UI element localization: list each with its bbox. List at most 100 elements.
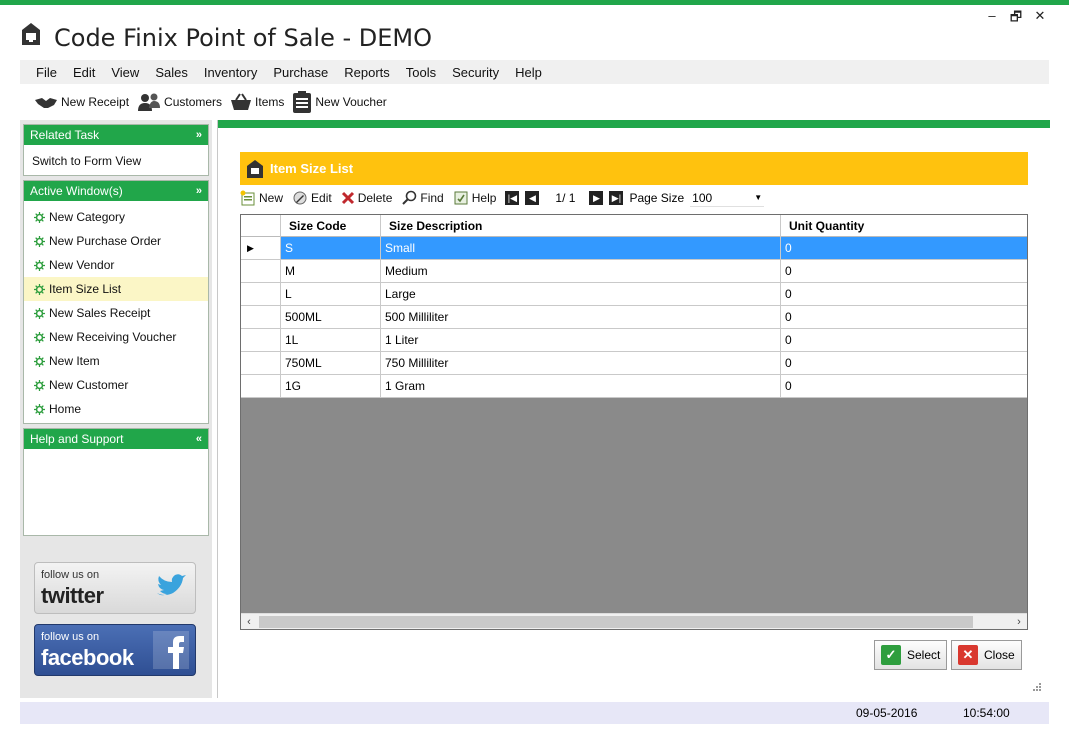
menu-sales[interactable]: Sales: [147, 65, 196, 80]
size-description-cell[interactable]: Small: [381, 237, 781, 259]
active-window-item[interactable]: New Item: [24, 349, 208, 373]
column-header-unit-quantity[interactable]: Unit Quantity: [781, 215, 1027, 237]
unit-quantity-cell[interactable]: 0: [781, 237, 1027, 259]
size-description-cell[interactable]: 750 Milliliter: [381, 352, 781, 374]
size-description-cell[interactable]: Medium: [381, 260, 781, 282]
unit-quantity-cell[interactable]: 0: [781, 260, 1027, 282]
main-content: Item Size List New Edit Delete Find Help…: [217, 120, 1050, 698]
active-windows-header[interactable]: Active Window(s) »: [24, 181, 208, 201]
customers-icon: [138, 93, 161, 111]
table-row[interactable]: ▶ S Small 0: [241, 237, 1027, 260]
menu-reports[interactable]: Reports: [336, 65, 398, 80]
size-code-cell[interactable]: M: [281, 260, 381, 282]
delete-x-icon: [341, 191, 354, 205]
gear-icon: [34, 283, 45, 295]
menu-tools[interactable]: Tools: [398, 65, 444, 80]
size-code-cell[interactable]: 1L: [281, 329, 381, 351]
active-window-item[interactable]: Home: [24, 397, 208, 421]
prev-page-icon[interactable]: ◀: [525, 191, 540, 205]
next-page-icon[interactable]: ▶: [589, 191, 604, 205]
menu-view[interactable]: View: [103, 65, 147, 80]
first-page-icon[interactable]: |◀: [505, 191, 520, 205]
help-support-header[interactable]: Help and Support «: [24, 429, 208, 449]
unit-quantity-cell[interactable]: 0: [781, 329, 1027, 351]
unit-quantity-cell[interactable]: 0: [781, 375, 1027, 397]
help-button[interactable]: Help: [453, 190, 496, 206]
customers-button[interactable]: Customers: [137, 92, 222, 112]
size-description-cell[interactable]: 1 Gram: [381, 375, 781, 397]
active-window-item[interactable]: New Customer: [24, 373, 208, 397]
menu-help[interactable]: Help: [507, 65, 550, 80]
page-size-select[interactable]: 100 ▼: [690, 189, 765, 207]
table-row[interactable]: L Large 0: [241, 283, 1027, 306]
size-code-cell[interactable]: 750ML: [281, 352, 381, 374]
check-icon: ✓: [881, 645, 901, 665]
column-header-size-description[interactable]: Size Description: [381, 215, 781, 237]
active-window-item[interactable]: New Sales Receipt: [24, 301, 208, 325]
table-row[interactable]: 1L 1 Liter 0: [241, 329, 1027, 352]
close-window-button[interactable]: ✕: [1031, 8, 1049, 24]
unit-quantity-cell[interactable]: 0: [781, 352, 1027, 374]
row-header[interactable]: [241, 352, 281, 374]
app-title: Code Finix Point of Sale - DEMO: [54, 24, 433, 52]
table-row[interactable]: 750ML 750 Milliliter 0: [241, 352, 1027, 375]
scroll-right-icon[interactable]: ›: [1011, 616, 1027, 628]
delete-button[interactable]: Delete: [341, 191, 392, 205]
size-code-cell[interactable]: 500ML: [281, 306, 381, 328]
grid-toolbar: New Edit Delete Find Help |◀ ◀ 1/ 1 ▶ ▶|…: [240, 186, 1028, 210]
row-header[interactable]: [241, 375, 281, 397]
new-button[interactable]: New: [240, 190, 283, 206]
table-row[interactable]: 500ML 500 Milliliter 0: [241, 306, 1027, 329]
unit-quantity-cell[interactable]: 0: [781, 306, 1027, 328]
facebook-follow-big: facebook: [41, 645, 134, 670]
row-header[interactable]: ▶: [241, 237, 281, 259]
twitter-follow-button[interactable]: follow us on twitter: [34, 562, 196, 614]
size-description-cell[interactable]: Large: [381, 283, 781, 305]
row-header[interactable]: [241, 329, 281, 351]
active-window-item[interactable]: New Purchase Order: [24, 229, 208, 253]
switch-to-form-view-link[interactable]: Switch to Form View: [24, 149, 208, 173]
find-button[interactable]: Find: [401, 190, 444, 206]
row-header[interactable]: [241, 306, 281, 328]
select-button[interactable]: ✓ Select: [874, 640, 948, 670]
column-header-size-code[interactable]: Size Code: [281, 215, 381, 237]
select-label: Select: [907, 648, 941, 662]
menu-inventory[interactable]: Inventory: [196, 65, 265, 80]
scrollbar-thumb[interactable]: [259, 615, 973, 628]
menu-security[interactable]: Security: [444, 65, 507, 80]
menu-purchase[interactable]: Purchase: [265, 65, 336, 80]
scroll-left-icon[interactable]: ‹: [241, 616, 257, 628]
size-code-cell[interactable]: 1G: [281, 375, 381, 397]
gear-icon: [34, 403, 45, 415]
facebook-follow-small: follow us on: [41, 631, 100, 643]
unit-quantity-cell[interactable]: 0: [781, 283, 1027, 305]
size-description-cell[interactable]: 500 Milliliter: [381, 306, 781, 328]
menu-edit[interactable]: Edit: [65, 65, 103, 80]
edit-button[interactable]: Edit: [292, 190, 332, 206]
active-window-item[interactable]: New Receiving Voucher: [24, 325, 208, 349]
size-description-cell[interactable]: 1 Liter: [381, 329, 781, 351]
page-size-label: Page Size: [629, 191, 685, 205]
items-button[interactable]: Items: [230, 93, 284, 111]
table-row[interactable]: 1G 1 Gram 0: [241, 375, 1027, 398]
new-voucher-button[interactable]: New Voucher: [292, 91, 387, 113]
table-row[interactable]: M Medium 0: [241, 260, 1027, 283]
active-window-item[interactable]: New Vendor: [24, 253, 208, 277]
size-code-cell[interactable]: L: [281, 283, 381, 305]
main-toolbar: New Receipt Customers Items New Voucher: [34, 90, 395, 114]
minimize-button[interactable]: –: [983, 8, 1001, 23]
active-window-item[interactable]: Item Size List: [24, 277, 208, 301]
new-receipt-button[interactable]: New Receipt: [34, 95, 129, 109]
facebook-follow-button[interactable]: follow us on facebook: [34, 624, 196, 676]
active-window-item[interactable]: New Category: [24, 205, 208, 229]
restore-button[interactable]: 🗗: [1007, 8, 1025, 30]
resize-grip-icon[interactable]: [1032, 682, 1042, 692]
menu-file[interactable]: File: [28, 65, 65, 80]
close-button[interactable]: ✕ Close: [951, 640, 1022, 670]
last-page-icon[interactable]: ▶|: [609, 191, 624, 205]
related-task-header[interactable]: Related Task »: [24, 125, 208, 145]
horizontal-scrollbar[interactable]: ‹ ›: [241, 613, 1027, 629]
row-header[interactable]: [241, 283, 281, 305]
size-code-cell[interactable]: S: [281, 237, 381, 259]
row-header[interactable]: [241, 260, 281, 282]
